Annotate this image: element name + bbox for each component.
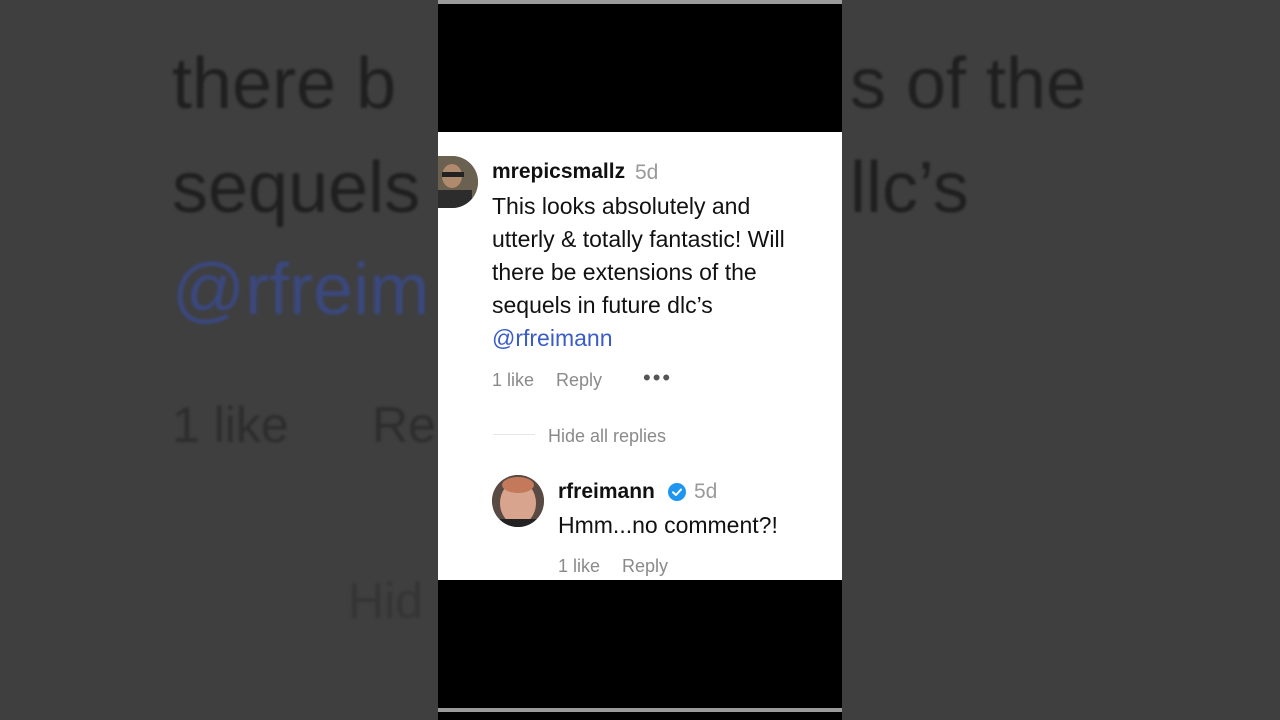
reply-time: 5d — [694, 480, 718, 503]
like-count[interactable]: 1 like — [558, 556, 600, 577]
comment-card: mrepicsmallz 5d This looks absolutely an… — [438, 132, 842, 580]
bg-text-line1b: s of the — [850, 44, 1087, 124]
avatar[interactable] — [492, 475, 544, 527]
bg-text-mention: @rfreim — [172, 250, 430, 330]
bg-text-hide: Hid — [348, 573, 424, 629]
mention-link[interactable]: @rfreimann — [492, 322, 613, 355]
divider — [493, 434, 535, 435]
comment-text-line: utterly & totally fantastic! Will — [492, 226, 785, 252]
bg-text-reply: Re — [372, 397, 436, 453]
reply-text: Hmm...no comment?! — [558, 512, 778, 538]
avatar[interactable] — [438, 156, 478, 208]
reply-username[interactable]: rfreimann — [558, 480, 655, 504]
bg-text-line1: there b — [172, 44, 397, 124]
bg-text-line2b: llc’s — [850, 148, 969, 228]
comment-text-line: This looks absolutely and — [492, 193, 751, 219]
reply-button[interactable]: Reply — [622, 556, 668, 577]
reply-button[interactable]: Reply — [556, 370, 602, 391]
bg-text-line2: sequels — [172, 148, 421, 228]
video-frame: mrepicsmallz 5d This looks absolutely an… — [438, 0, 842, 720]
comment-text-line: there be extensions of the — [492, 259, 757, 285]
comment-username[interactable]: mrepicsmallz — [492, 160, 625, 184]
more-options-icon[interactable]: ••• — [643, 365, 672, 391]
like-count[interactable]: 1 like — [492, 370, 534, 391]
top-border — [438, 0, 842, 4]
comment-text-line: sequels in future dlc’s — [492, 292, 713, 318]
bg-text-likes: 1 like — [172, 397, 289, 453]
verified-badge-icon — [668, 483, 686, 501]
bottom-border — [438, 708, 842, 712]
comment-time: 5d — [635, 161, 659, 184]
hide-replies-button[interactable]: Hide all replies — [548, 426, 666, 447]
